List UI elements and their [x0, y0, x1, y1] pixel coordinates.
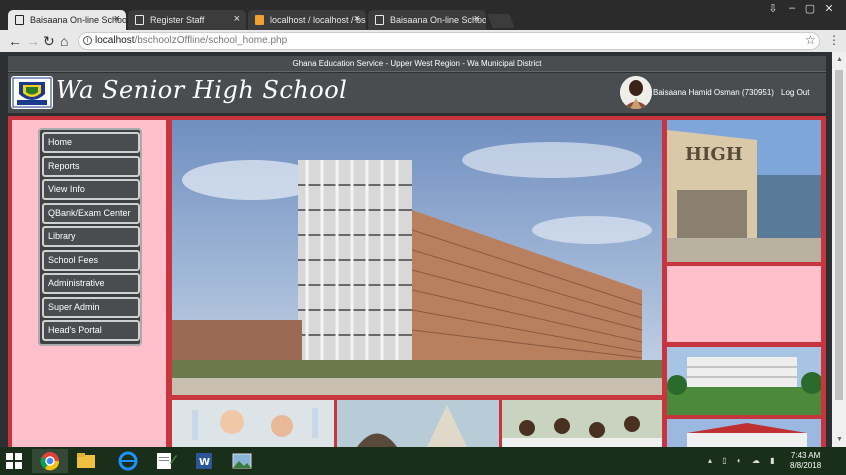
page-header: Wa Senior High School Baisaana Hamid Osm…	[8, 73, 826, 113]
campus-building-image	[667, 347, 821, 415]
pink-placeholder-panel	[667, 266, 821, 342]
home-icon[interactable]: ⌂	[60, 33, 68, 49]
menu-item-heads-portal[interactable]: Head's Portal	[42, 320, 140, 341]
tab-baisaana-home[interactable]: Baisaana On-line School ×	[8, 10, 126, 30]
tab-title: localhost / localhost / bs	[270, 15, 366, 25]
page-viewport: Ghana Education Service - Upper West Reg…	[0, 52, 846, 447]
notepad-taskbar-icon[interactable]	[146, 449, 182, 473]
tab-baisaana-2[interactable]: Baisaana On-line School ×	[368, 10, 486, 30]
school-name: Wa Senior High School	[56, 76, 348, 104]
close-icon[interactable]: ×	[114, 13, 120, 25]
science-lab-image	[172, 400, 334, 447]
menu-item-view-info[interactable]: View Info	[42, 179, 140, 200]
sidebar: Home Reports View Info QBank/Exam Center…	[12, 120, 166, 447]
sculpture-image	[337, 400, 499, 447]
close-icon[interactable]: ×	[474, 13, 480, 25]
school-page: Ghana Education Service - Upper West Reg…	[8, 56, 826, 447]
red-roof-building-image	[667, 419, 821, 447]
bookmark-star-icon[interactable]: ☆	[805, 33, 816, 47]
tab-title: Baisaana On-line School	[390, 15, 486, 25]
logout-link[interactable]: Log Out	[781, 88, 809, 97]
menu-item-super-admin[interactable]: Super Admin	[42, 296, 140, 318]
browser-titlebar: Baisaana On-line School × Register Staff…	[0, 0, 846, 30]
hero-building-image	[172, 120, 662, 395]
taskbar-clock[interactable]: 7:43 AM 8/8/2018	[790, 451, 821, 471]
user-name: Baisaana Hamid Osman (730951)	[653, 88, 774, 97]
close-icon[interactable]: ×	[354, 13, 360, 25]
browser-toolbar: ← → ↻ ⌂ i localhost/bschoolzOffline/scho…	[0, 30, 846, 52]
tab-phpmyadmin[interactable]: localhost / localhost / bs ×	[248, 10, 366, 30]
chrome-taskbar-icon[interactable]	[32, 449, 68, 473]
tab-title: Baisaana On-line School	[30, 15, 126, 25]
clock-time: 7:43 AM	[790, 451, 821, 460]
close-icon[interactable]: ×	[234, 13, 240, 25]
url-host: localhost	[95, 35, 135, 46]
profile-icon[interactable]: ⇩	[764, 2, 782, 15]
menu-item-reports[interactable]: Reports	[42, 155, 140, 177]
internet-explorer-taskbar-icon[interactable]	[110, 449, 146, 473]
navigation-menu: Home Reports View Info QBank/Exam Center…	[38, 128, 142, 346]
avatar[interactable]	[620, 76, 652, 109]
windows-taskbar: W ▴ ▯ ◐ ☁ ▮ 7:43 AM 8/8/2018	[0, 447, 846, 475]
reload-icon[interactable]: ↻	[43, 33, 55, 49]
students-classroom-image	[502, 400, 662, 447]
tab-title: Register Staff	[150, 15, 205, 25]
system-tray-icons[interactable]: ▴ ▯ ◐ ☁ ▮	[708, 456, 779, 465]
phpmyadmin-icon	[255, 15, 264, 25]
high-school-building-image: HIGH	[667, 120, 821, 262]
minimize-button[interactable]: –	[783, 2, 801, 14]
menu-item-home[interactable]: Home	[42, 132, 140, 153]
photos-taskbar-icon[interactable]	[224, 449, 260, 473]
svg-text:W: W	[199, 457, 210, 468]
svg-text:HIGH: HIGH	[685, 144, 743, 165]
school-crest-logo	[11, 76, 53, 109]
windows-start-icon[interactable]	[6, 453, 22, 469]
menu-icon[interactable]: ⋮	[828, 33, 840, 47]
page-icon	[15, 15, 24, 25]
close-window-button[interactable]: ✕	[820, 2, 838, 15]
clock-date: 8/8/2018	[790, 461, 822, 470]
url-path: /bschoolzOffline/school_home.php	[134, 35, 288, 46]
info-icon[interactable]: i	[83, 36, 92, 45]
address-bar[interactable]: i localhost/bschoolzOffline/school_home.…	[78, 32, 820, 50]
tab-register-staff[interactable]: Register Staff ×	[128, 10, 246, 30]
back-icon[interactable]: ←	[8, 33, 22, 49]
new-tab-button[interactable]	[487, 14, 515, 28]
main-content: Home Reports View Info QBank/Exam Center…	[8, 116, 826, 447]
menu-item-library[interactable]: Library	[42, 226, 140, 247]
maximize-button[interactable]: ▢	[801, 2, 819, 15]
file-explorer-taskbar-icon[interactable]	[68, 449, 104, 473]
page-icon	[375, 15, 384, 25]
scroll-up-icon[interactable]: ▲	[836, 56, 843, 63]
forward-icon[interactable]: →	[26, 33, 40, 49]
menu-item-qbank-exam-center[interactable]: QBank/Exam Center	[42, 202, 140, 224]
vertical-scrollbar[interactable]: ▲ ▼	[832, 52, 846, 447]
word-taskbar-icon[interactable]: W	[186, 449, 222, 473]
scroll-down-icon[interactable]: ▼	[836, 436, 843, 443]
scrollbar-thumb[interactable]	[835, 70, 843, 400]
district-banner: Ghana Education Service - Upper West Reg…	[8, 56, 826, 72]
menu-item-school-fees[interactable]: School Fees	[42, 249, 140, 271]
menu-item-administrative[interactable]: Administrative	[42, 273, 140, 294]
page-icon	[135, 15, 144, 25]
